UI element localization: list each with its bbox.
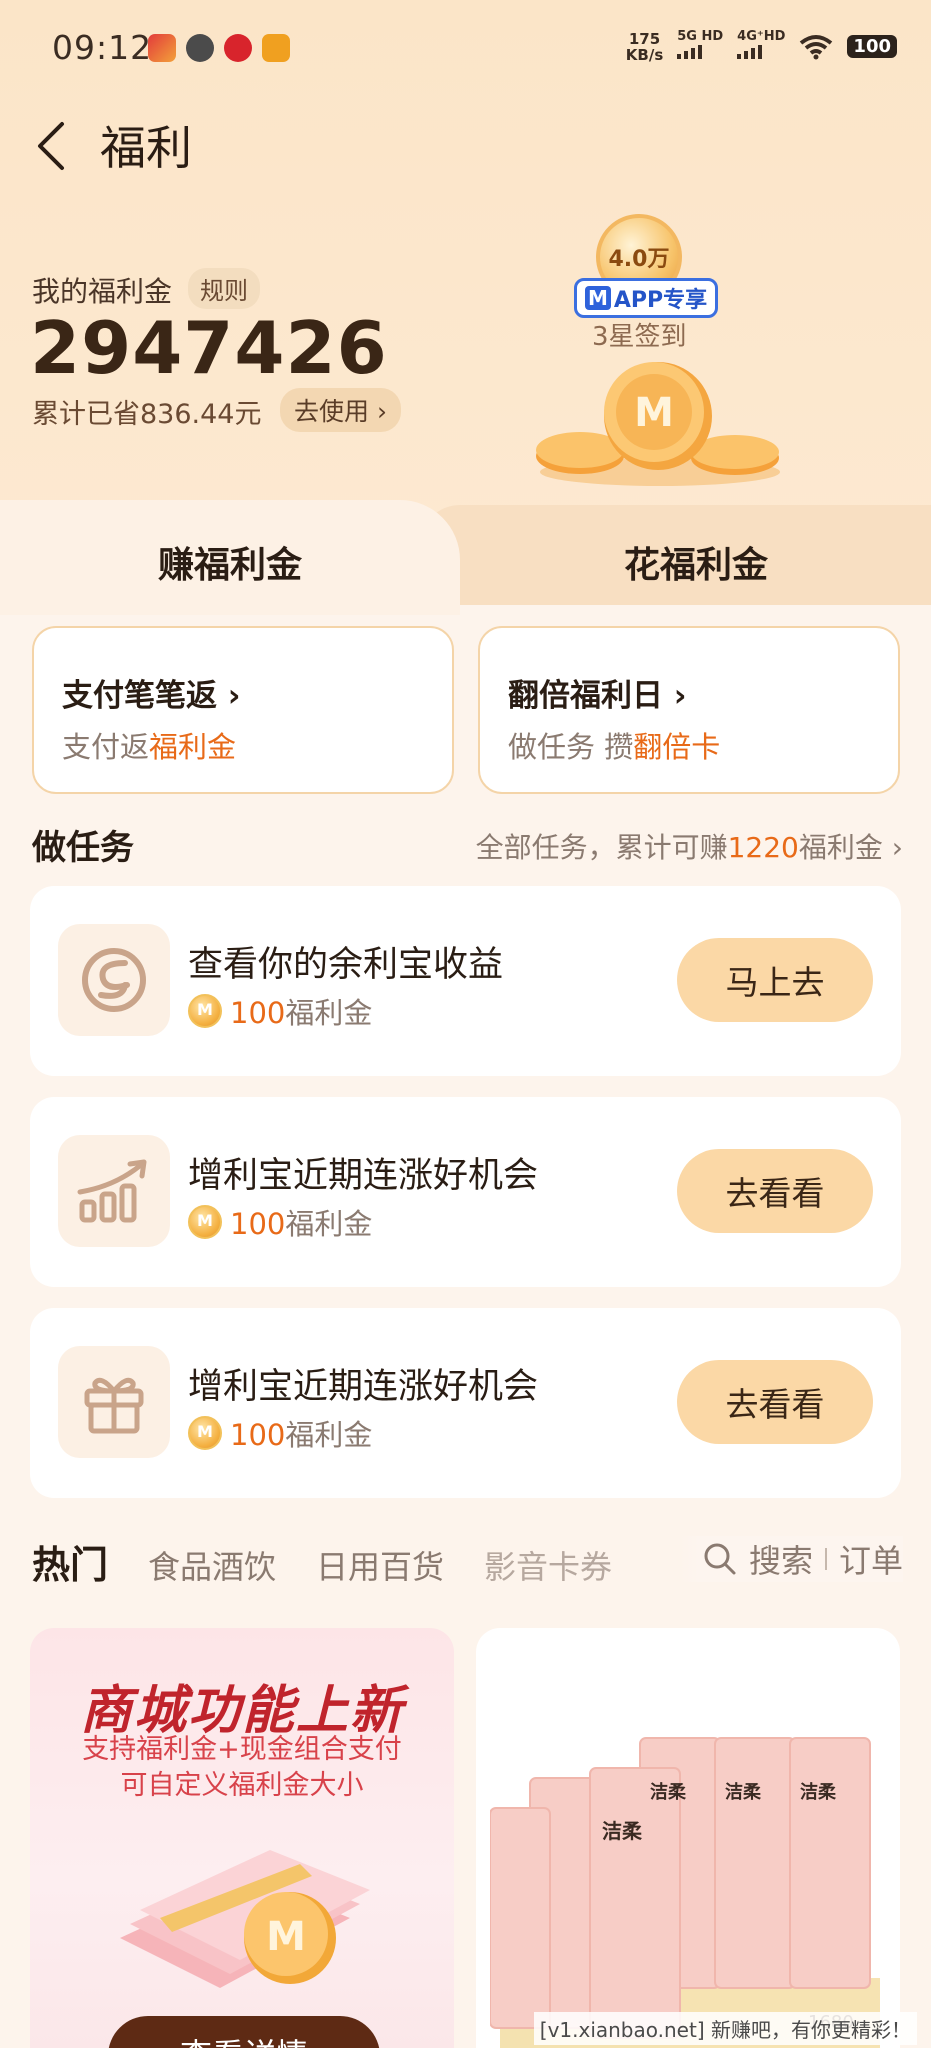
back-icon[interactable] xyxy=(32,118,72,174)
task-card: 查看你的余利宝收益 100福利金 马上去 xyxy=(30,886,901,1076)
task-card: 增利宝近期连涨好机会 100福利金 去看看 xyxy=(30,1097,901,1287)
gift-icon xyxy=(58,1346,170,1458)
tissue-product-image: 洁柔 洁柔 洁柔 洁柔 1680 xyxy=(490,1737,880,2048)
category-hot[interactable]: 热门 xyxy=(32,1534,108,1589)
chat-notification-icon xyxy=(186,34,214,62)
chevron-right-icon: › xyxy=(663,678,687,714)
search-button[interactable]: 搜索 xyxy=(749,1536,813,1582)
brand-label-text: 洁柔 xyxy=(800,1781,837,1803)
saved-total: 累计已省836.44元 xyxy=(32,399,262,430)
task-title: 查看你的余利宝收益 xyxy=(188,945,504,985)
task-reward: 100福利金 xyxy=(188,1412,372,1454)
search-icon[interactable] xyxy=(703,1542,737,1576)
page-title: 福利 xyxy=(100,121,192,175)
tab-spend-label[interactable]: 花福利金 xyxy=(624,536,768,588)
task-card: 增利宝近期连涨好机会 100福利金 去看看 xyxy=(30,1308,901,1498)
status-time: 09:12 xyxy=(52,28,153,67)
app-tag-label: APP专享 xyxy=(613,288,708,313)
app-exclusive-tag: M APP专享 xyxy=(574,278,719,318)
chevron-right-icon: › xyxy=(369,397,387,426)
watermark: [v1.xianbao.net] 新赚吧，有你更精彩！ xyxy=(533,2012,917,2045)
app-notification-icon xyxy=(224,34,252,62)
app-logo-icon: M xyxy=(585,286,611,310)
task-view-button[interactable]: 去看看 xyxy=(677,1360,873,1444)
svg-text:M: M xyxy=(266,1914,306,1960)
category-daily[interactable]: 日用百货 xyxy=(316,1542,444,1588)
feature-card-title: 支付笔笔返 › xyxy=(62,678,241,714)
status-indicators: 175 KB/s 5G HD 4G⁺HD 100 xyxy=(626,30,897,63)
category-food[interactable]: 食品酒饮 xyxy=(148,1542,276,1588)
status-app-icons xyxy=(148,34,290,62)
feature-card-subtitle: 做任务 攒翻倍卡 xyxy=(508,730,721,764)
task-title: 增利宝近期连涨好机会 xyxy=(188,1156,539,1196)
signal-bars-icon xyxy=(677,45,703,59)
coin-icon xyxy=(188,1205,222,1239)
promo-subtitle: 支持福利金+现金组合支付 可自定义福利金大小 xyxy=(82,1734,402,1801)
feature-card-title: 翻倍福利日 › xyxy=(508,678,687,714)
feature-card-subtitle: 支付返福利金 xyxy=(62,730,237,764)
use-button-label: 去使用 xyxy=(294,397,370,426)
promo-details-button[interactable]: 查看详情 xyxy=(108,2016,380,2048)
task-reward: 100福利金 xyxy=(188,990,372,1032)
orders-button[interactable]: 订单 xyxy=(839,1536,903,1582)
coin-icon xyxy=(188,994,222,1028)
sign-in-label[interactable]: 3星签到 xyxy=(592,316,687,353)
task-go-button[interactable]: 马上去 xyxy=(677,938,873,1022)
divider xyxy=(824,1548,827,1570)
battery-indicator: 100 xyxy=(847,35,897,58)
tasks-title: 做任务 xyxy=(32,828,134,868)
balance-amount: 2947426 xyxy=(30,306,388,390)
app-notification-icon xyxy=(262,34,290,62)
tab-earn-label[interactable]: 赚福利金 xyxy=(158,536,302,588)
all-tasks-link[interactable]: 全部任务，累计可赚1220福利金 › xyxy=(476,826,903,866)
brand-label-text: 洁柔 xyxy=(725,1781,762,1803)
task-reward: 100福利金 xyxy=(188,1201,372,1243)
rules-button[interactable]: 规则 xyxy=(188,268,260,309)
product-card[interactable]: 洁柔 洁柔 洁柔 洁柔 1680 xyxy=(476,1628,900,2048)
app-notification-icon xyxy=(148,34,176,62)
brand-label-text: 洁柔 xyxy=(602,1819,643,1843)
signal-sim1: 5G HD xyxy=(677,30,723,63)
yulibao-icon xyxy=(58,924,170,1036)
task-view-button[interactable]: 去看看 xyxy=(677,1149,873,1233)
chevron-right-icon: › xyxy=(882,831,903,864)
promo-card[interactable]: 商城功能上新 支持福利金+现金组合支付 可自定义福利金大小 M 查看详情 xyxy=(30,1628,454,2048)
trend-chart-icon xyxy=(58,1135,170,1247)
balance-label: 我的福利金 xyxy=(32,275,173,308)
coin-icon xyxy=(188,1416,222,1450)
brand-label-text: 洁柔 xyxy=(650,1781,687,1803)
feature-card-double-day[interactable]: 翻倍福利日 › 做任务 攒翻倍卡 xyxy=(478,626,900,794)
chevron-right-icon: › xyxy=(217,678,241,714)
task-title: 增利宝近期连涨好机会 xyxy=(188,1367,539,1407)
signal-sim2: 4G⁺HD xyxy=(737,30,785,63)
feature-card-payment-cashback[interactable]: 支付笔笔返 › 支付返福利金 xyxy=(32,626,454,794)
use-button[interactable]: 去使用 › xyxy=(280,388,401,432)
cash-coin-illustration: M xyxy=(120,1850,370,1988)
search-orders-bar: 搜索 订单 xyxy=(678,1536,903,1582)
category-nav: 热门 食品酒饮 日用百货 影音卡券 xyxy=(32,1534,612,1589)
wifi-icon xyxy=(800,34,833,59)
signal-bars-icon xyxy=(737,45,763,59)
net-speed: 175 KB/s xyxy=(625,29,664,64)
svg-text:M: M xyxy=(634,390,674,436)
category-media[interactable]: 影音卡券 xyxy=(484,1542,612,1588)
coins-stack-icon[interactable]: M xyxy=(530,360,790,490)
